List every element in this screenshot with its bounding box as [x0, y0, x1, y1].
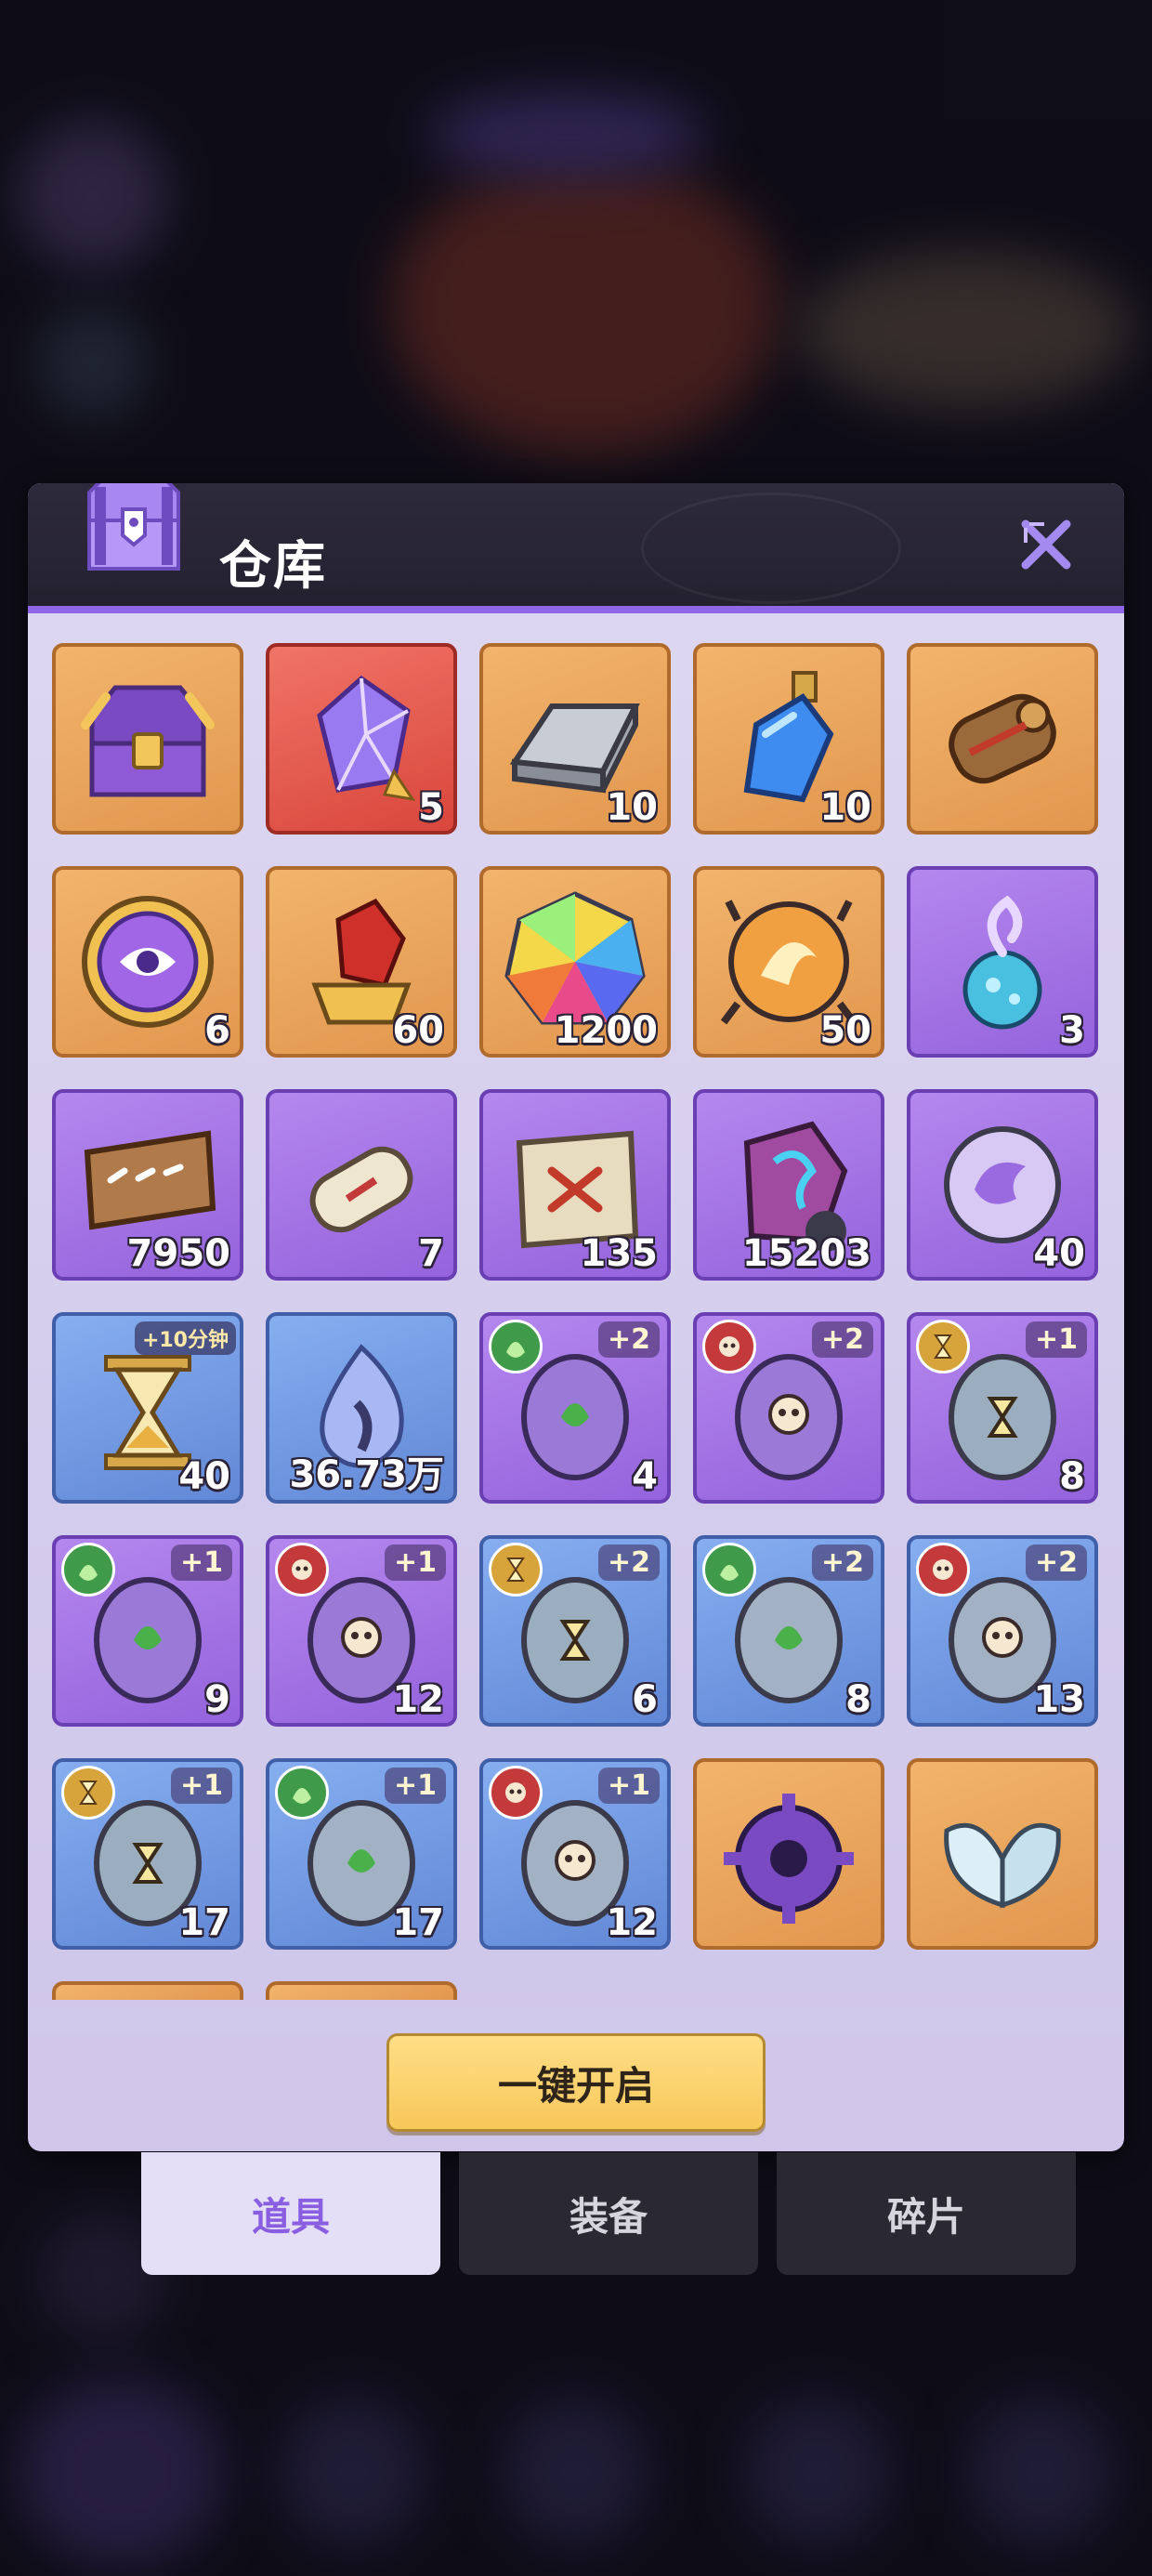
item-quantity: 17	[392, 1901, 444, 1944]
item-quantity: 3	[1059, 1009, 1085, 1052]
item-quantity: 13	[1033, 1678, 1085, 1721]
inventory-item[interactable]: +2 13	[907, 1535, 1098, 1727]
warehouse-panel: 仓库 5 10 10 6 60 1200 50 3 7950 7 135 15203 40 +10分钟 40…	[28, 483, 1124, 2151]
purple-eye-medallion-icon	[82, 896, 214, 1028]
item-quantity: 15203	[741, 1232, 871, 1275]
inventory-item[interactable]: 1200	[479, 866, 671, 1058]
inventory-item[interactable]: 50	[693, 866, 884, 1058]
inventory-item[interactable]: 10	[693, 643, 884, 835]
inventory-item[interactable]: +1 12	[479, 1758, 671, 1950]
upgrade-level-badge: +2	[811, 1544, 873, 1581]
item-quantity: 10	[606, 786, 658, 829]
inventory-item[interactable]: 40	[907, 1089, 1098, 1281]
upgrade-level-badge: +1	[170, 1768, 232, 1804]
skull-icon	[702, 1320, 756, 1373]
item-quantity: 7950	[126, 1232, 230, 1275]
hourglass-small-icon	[61, 1766, 115, 1820]
leaf-icon	[702, 1543, 756, 1597]
inventory-item[interactable]: 135	[479, 1089, 671, 1281]
item-quantity: 8	[1059, 1455, 1085, 1498]
item-quantity: 50	[819, 1009, 871, 1052]
purple-crystal-gem-icon	[317, 675, 416, 802]
item-quantity: 36.73万	[289, 1453, 444, 1496]
leaf-icon	[275, 1766, 329, 1820]
inventory-item[interactable]: +1 9	[52, 1535, 243, 1727]
upgrade-level-badge: +2	[811, 1321, 873, 1358]
open-all-button[interactable]: 一键开启	[386, 2033, 766, 2132]
inventory-item[interactable]	[266, 1981, 457, 2000]
inventory-item[interactable]: 15203	[693, 1089, 884, 1281]
tab-items[interactable]: 道具	[141, 2152, 440, 2275]
inventory-item[interactable]: 3	[907, 866, 1098, 1058]
rolled-scroll-icon	[309, 1146, 413, 1233]
inventory-item[interactable]: +1 12	[266, 1535, 457, 1727]
item-quantity: 9	[204, 1678, 230, 1721]
blue-soul-flame-icon	[962, 895, 1042, 1030]
item-quantity: 6	[204, 1009, 230, 1052]
hourglass-small-icon	[489, 1543, 543, 1597]
gold-purple-chest-icon	[81, 685, 215, 797]
upgrade-level-badge: +1	[1025, 1321, 1087, 1358]
inventory-item[interactable]: 6	[52, 866, 243, 1058]
item-quantity: 5	[418, 786, 444, 829]
upgrade-level-badge: +2	[597, 1544, 660, 1581]
item-quantity: 7	[418, 1232, 444, 1275]
item-quantity: 6	[632, 1678, 658, 1721]
leather-scroll-icon	[949, 693, 1056, 784]
inventory-item[interactable]: 7	[266, 1089, 457, 1281]
item-quantity: 4	[632, 1455, 658, 1498]
inventory-item[interactable]: 10	[479, 643, 671, 835]
inventory-item[interactable]: 60	[266, 866, 457, 1058]
inventory-item[interactable]: +2 8	[693, 1535, 884, 1727]
inventory-item[interactable]: 5	[266, 643, 457, 835]
inventory-item[interactable]	[693, 1758, 884, 1950]
warehouse-chest-icon	[87, 483, 180, 571]
item-quantity: 40	[178, 1455, 230, 1498]
inventory-item[interactable]: 36.73万	[266, 1312, 457, 1504]
upgrade-level-badge: +1	[384, 1544, 446, 1581]
skull-icon	[489, 1766, 543, 1820]
skull-icon	[916, 1543, 970, 1597]
item-quantity: 8	[845, 1678, 871, 1721]
upgrade-level-badge: +1	[597, 1768, 660, 1804]
item-quantity: 135	[580, 1232, 659, 1275]
item-quantity: 12	[392, 1678, 444, 1721]
panel-header: 仓库	[28, 483, 1124, 613]
inventory-item[interactable]: +1 8	[907, 1312, 1098, 1504]
item-quantity: 60	[392, 1009, 444, 1052]
time-tag: +10分钟	[134, 1321, 236, 1355]
upgrade-level-badge: +2	[597, 1321, 660, 1358]
inventory-item[interactable]	[52, 1981, 243, 2000]
item-quantity: 17	[178, 1901, 230, 1944]
upgrade-level-badge: +2	[1025, 1544, 1087, 1581]
upgrade-level-badge: +1	[384, 1768, 446, 1804]
inventory-item[interactable]: +2	[693, 1312, 884, 1504]
inventory-item[interactable]	[52, 643, 243, 835]
leaf-icon	[61, 1543, 115, 1597]
hourglass-small-icon	[916, 1320, 970, 1373]
close-button[interactable]	[1016, 515, 1076, 574]
inventory-item[interactable]: +2 6	[479, 1535, 671, 1727]
leaf-icon	[489, 1320, 543, 1373]
tab-fragments[interactable]: 碎片	[777, 2152, 1076, 2275]
inventory-item[interactable]: +10分钟 40	[52, 1312, 243, 1504]
white-feather-wings-icon	[944, 1822, 1061, 1909]
item-quantity: 40	[1033, 1232, 1085, 1275]
inventory-item[interactable]: +2 4	[479, 1312, 671, 1504]
inventory-item[interactable]: 7950	[52, 1089, 243, 1281]
inventory-item[interactable]	[907, 1758, 1098, 1950]
inventory-item[interactable]: +1 17	[266, 1758, 457, 1950]
item-quantity: 1200	[554, 1009, 658, 1052]
item-quantity: 10	[819, 786, 871, 829]
inventory-item[interactable]	[907, 643, 1098, 835]
inventory-item[interactable]: +1 17	[52, 1758, 243, 1950]
item-quantity: 12	[606, 1901, 658, 1944]
upgrade-level-badge: +1	[170, 1544, 232, 1581]
panel-title: 仓库	[219, 536, 327, 597]
tab-equipment[interactable]: 装备	[459, 2152, 758, 2275]
purple-gear-icon	[724, 1794, 854, 1924]
skull-icon	[275, 1543, 329, 1597]
